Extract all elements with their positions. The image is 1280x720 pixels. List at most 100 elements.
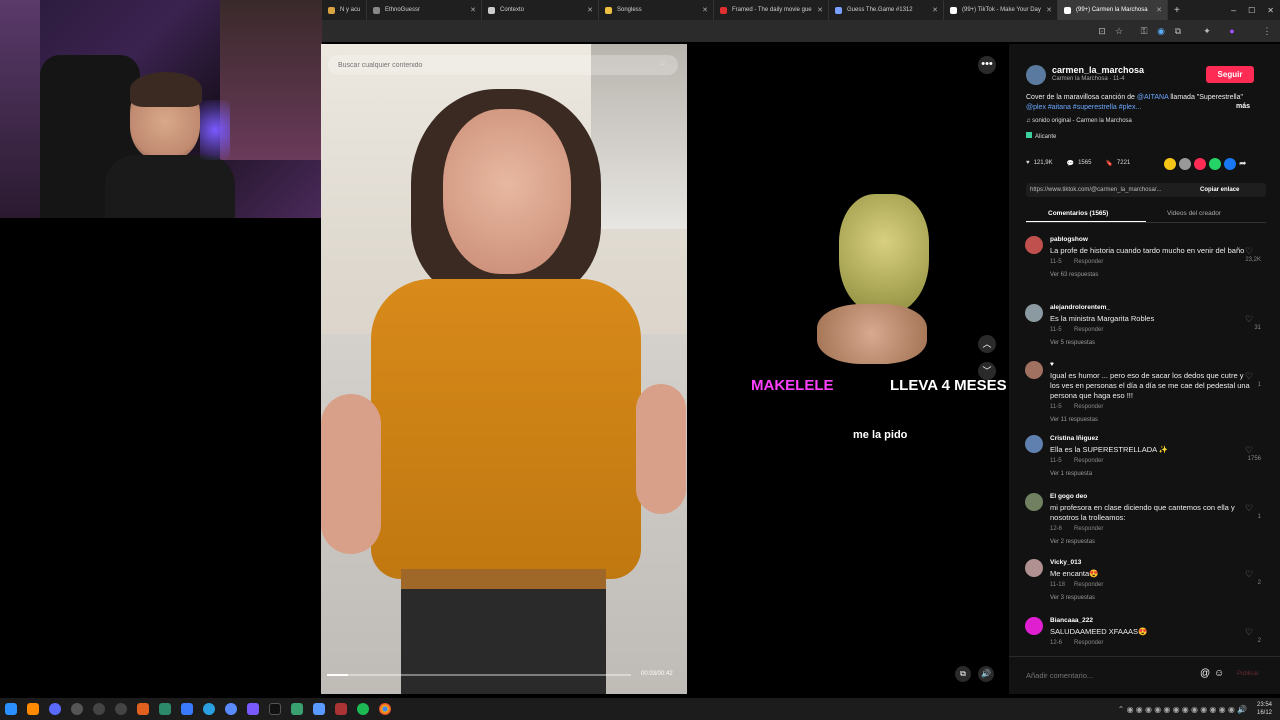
profile-icon[interactable]: ● xyxy=(1227,26,1237,36)
share-icon-2[interactable] xyxy=(1179,158,1191,170)
more-options-icon[interactable]: ••• xyxy=(978,56,996,74)
close-icon[interactable]: ✕ xyxy=(932,6,938,14)
view-replies-link[interactable]: Ver 2 respuestas xyxy=(1050,539,1095,545)
view-replies-link[interactable]: Ver 1 respuesta xyxy=(1050,471,1092,477)
windows-start-icon[interactable] xyxy=(5,703,17,715)
app-icon-9[interactable] xyxy=(181,703,193,715)
comment-reply-button[interactable]: Responder xyxy=(1074,526,1103,532)
app-icon-4[interactable] xyxy=(71,703,83,715)
facebook-icon[interactable] xyxy=(1224,158,1236,170)
tab-1[interactable]: N y acu xyxy=(322,0,367,20)
comment-username[interactable]: ♥ xyxy=(1050,361,1054,368)
key-icon[interactable]: ⚿ xyxy=(1139,26,1149,36)
tab-2[interactable]: EthnoGuessr ✕ xyxy=(367,0,482,20)
comment-reply-button[interactable]: Responder xyxy=(1074,259,1103,265)
share-arrow-icon[interactable]: ➦ xyxy=(1239,158,1247,170)
search-input[interactable] xyxy=(328,55,678,75)
author-avatar[interactable] xyxy=(1026,65,1046,85)
tab-7[interactable]: (99+) TikTok - Make Your Day ✕ xyxy=(944,0,1058,20)
comment-heart-icon[interactable]: ♡ xyxy=(1245,246,1253,257)
video-player[interactable]: 00:03/00:42 xyxy=(321,44,687,694)
comment-heart-icon[interactable]: ♡ xyxy=(1245,314,1253,325)
search-task-icon[interactable] xyxy=(27,703,39,715)
comment-heart-icon[interactable]: ♡ xyxy=(1245,569,1253,580)
comment-avatar[interactable] xyxy=(1025,361,1043,379)
tab-4[interactable]: Songless ✕ xyxy=(599,0,714,20)
view-replies-link[interactable]: Ver 3 respuestas xyxy=(1050,595,1095,601)
view-replies-link[interactable]: Ver 11 respuestas xyxy=(1050,417,1098,423)
close-icon[interactable]: ✕ xyxy=(470,6,476,14)
comment-avatar[interactable] xyxy=(1025,559,1043,577)
tab-creator-videos[interactable]: Videos del creador xyxy=(1167,210,1221,217)
comment-reply-button[interactable]: Responder xyxy=(1074,582,1103,588)
comment-avatar[interactable] xyxy=(1025,617,1043,635)
publish-button[interactable]: Publicar xyxy=(1237,671,1259,677)
new-tab-button[interactable]: + xyxy=(1168,0,1188,20)
menu-icon[interactable]: ⋮ xyxy=(1262,26,1272,36)
app-icon-7[interactable] xyxy=(137,703,149,715)
video-progress-track[interactable] xyxy=(327,674,631,676)
comment-avatar[interactable] xyxy=(1025,435,1043,453)
volume-icon[interactable]: 🔊 xyxy=(978,666,994,682)
author-username[interactable]: carmen_la_marchosa xyxy=(1052,65,1144,75)
close-icon[interactable]: ✕ xyxy=(817,6,823,14)
comment-avatar[interactable] xyxy=(1025,493,1043,511)
spotify-icon[interactable] xyxy=(357,703,369,715)
comment-heart-icon[interactable]: ♡ xyxy=(1245,503,1253,514)
follow-button[interactable]: Seguir xyxy=(1206,66,1254,83)
tiktok-icon[interactable] xyxy=(269,703,281,715)
comment-reply-button[interactable]: Responder xyxy=(1074,640,1103,646)
close-icon[interactable]: ✕ xyxy=(702,6,708,14)
comment-username[interactable]: pablogshow xyxy=(1050,236,1088,243)
comment-username[interactable]: Vicky_013 xyxy=(1050,559,1081,566)
whatsapp-icon[interactable] xyxy=(1209,158,1221,170)
comment-avatar[interactable] xyxy=(1025,236,1043,254)
comment-heart-icon[interactable]: ♡ xyxy=(1245,371,1253,382)
minimize-button[interactable]: – xyxy=(1225,0,1242,20)
tab-3[interactable]: Contexto ✕ xyxy=(482,0,599,20)
comment-username[interactable]: Biancaaa_222 xyxy=(1050,617,1093,624)
more-link[interactable]: más xyxy=(1236,103,1250,110)
app-icon-v[interactable] xyxy=(49,703,61,715)
maximize-button[interactable]: ☐ xyxy=(1242,0,1261,20)
mention-link[interactable]: @AITANA xyxy=(1137,94,1168,101)
window-close-button[interactable]: ✕ xyxy=(1261,0,1280,20)
star-icon[interactable]: ☆ xyxy=(1114,26,1124,36)
search-icon[interactable]: ⌕ xyxy=(660,58,666,69)
taskbar-clock[interactable]: 23:54 16/12 xyxy=(1257,701,1272,717)
comment-heart-icon[interactable]: ♡ xyxy=(1245,627,1253,638)
bookmark-icon[interactable]: ✦ xyxy=(1202,26,1212,36)
mention-icon[interactable]: @ xyxy=(1200,668,1210,679)
nav-up-icon[interactable]: ︿ xyxy=(978,335,996,353)
comment-reply-button[interactable]: Responder xyxy=(1074,327,1103,333)
comment-input[interactable] xyxy=(1026,668,1196,682)
comment-username[interactable]: Cristina Iñiguez xyxy=(1050,435,1098,442)
copy-link-button[interactable]: Copiar enlace xyxy=(1200,187,1239,193)
comment-username[interactable]: El gogo deo xyxy=(1050,493,1087,500)
pip-icon[interactable]: ⧉ xyxy=(955,666,971,682)
close-icon[interactable]: ✕ xyxy=(1046,6,1052,14)
app-icon-15[interactable] xyxy=(313,703,325,715)
comment-avatar[interactable] xyxy=(1025,304,1043,322)
chrome-icon[interactable] xyxy=(379,703,391,715)
tab-comments[interactable]: Comentarios (1565) xyxy=(1048,210,1108,217)
app-icon-16[interactable] xyxy=(335,703,347,715)
app-icon-6[interactable] xyxy=(115,703,127,715)
tab-6[interactable]: Guess The.Game #1312 ✕ xyxy=(829,0,944,20)
close-icon[interactable]: ✕ xyxy=(587,6,593,14)
emoji-icon[interactable]: ☺ xyxy=(1214,668,1224,679)
app-icon-14[interactable] xyxy=(291,703,303,715)
view-replies-link[interactable]: Ver 5 respuestas xyxy=(1050,340,1095,346)
view-replies-link[interactable]: Ver 63 respuestas xyxy=(1050,272,1098,278)
telegram-icon[interactable] xyxy=(203,703,215,715)
hashtags[interactable]: @plex #aitana #superestrella #plex... xyxy=(1026,104,1141,111)
comment-heart-icon[interactable]: ♡ xyxy=(1245,445,1253,456)
app-icon-11[interactable] xyxy=(225,703,237,715)
app-icon-8[interactable] xyxy=(159,703,171,715)
puzzle-icon[interactable]: ⧉ xyxy=(1173,26,1183,36)
extension-icon[interactable]: ◉ xyxy=(1156,26,1166,36)
discord-icon[interactable] xyxy=(247,703,259,715)
heart-icon[interactable]: ♥ xyxy=(1026,160,1030,167)
comment-username[interactable]: alejandrolorentem_ xyxy=(1050,304,1110,311)
share-icon-3[interactable] xyxy=(1194,158,1206,170)
